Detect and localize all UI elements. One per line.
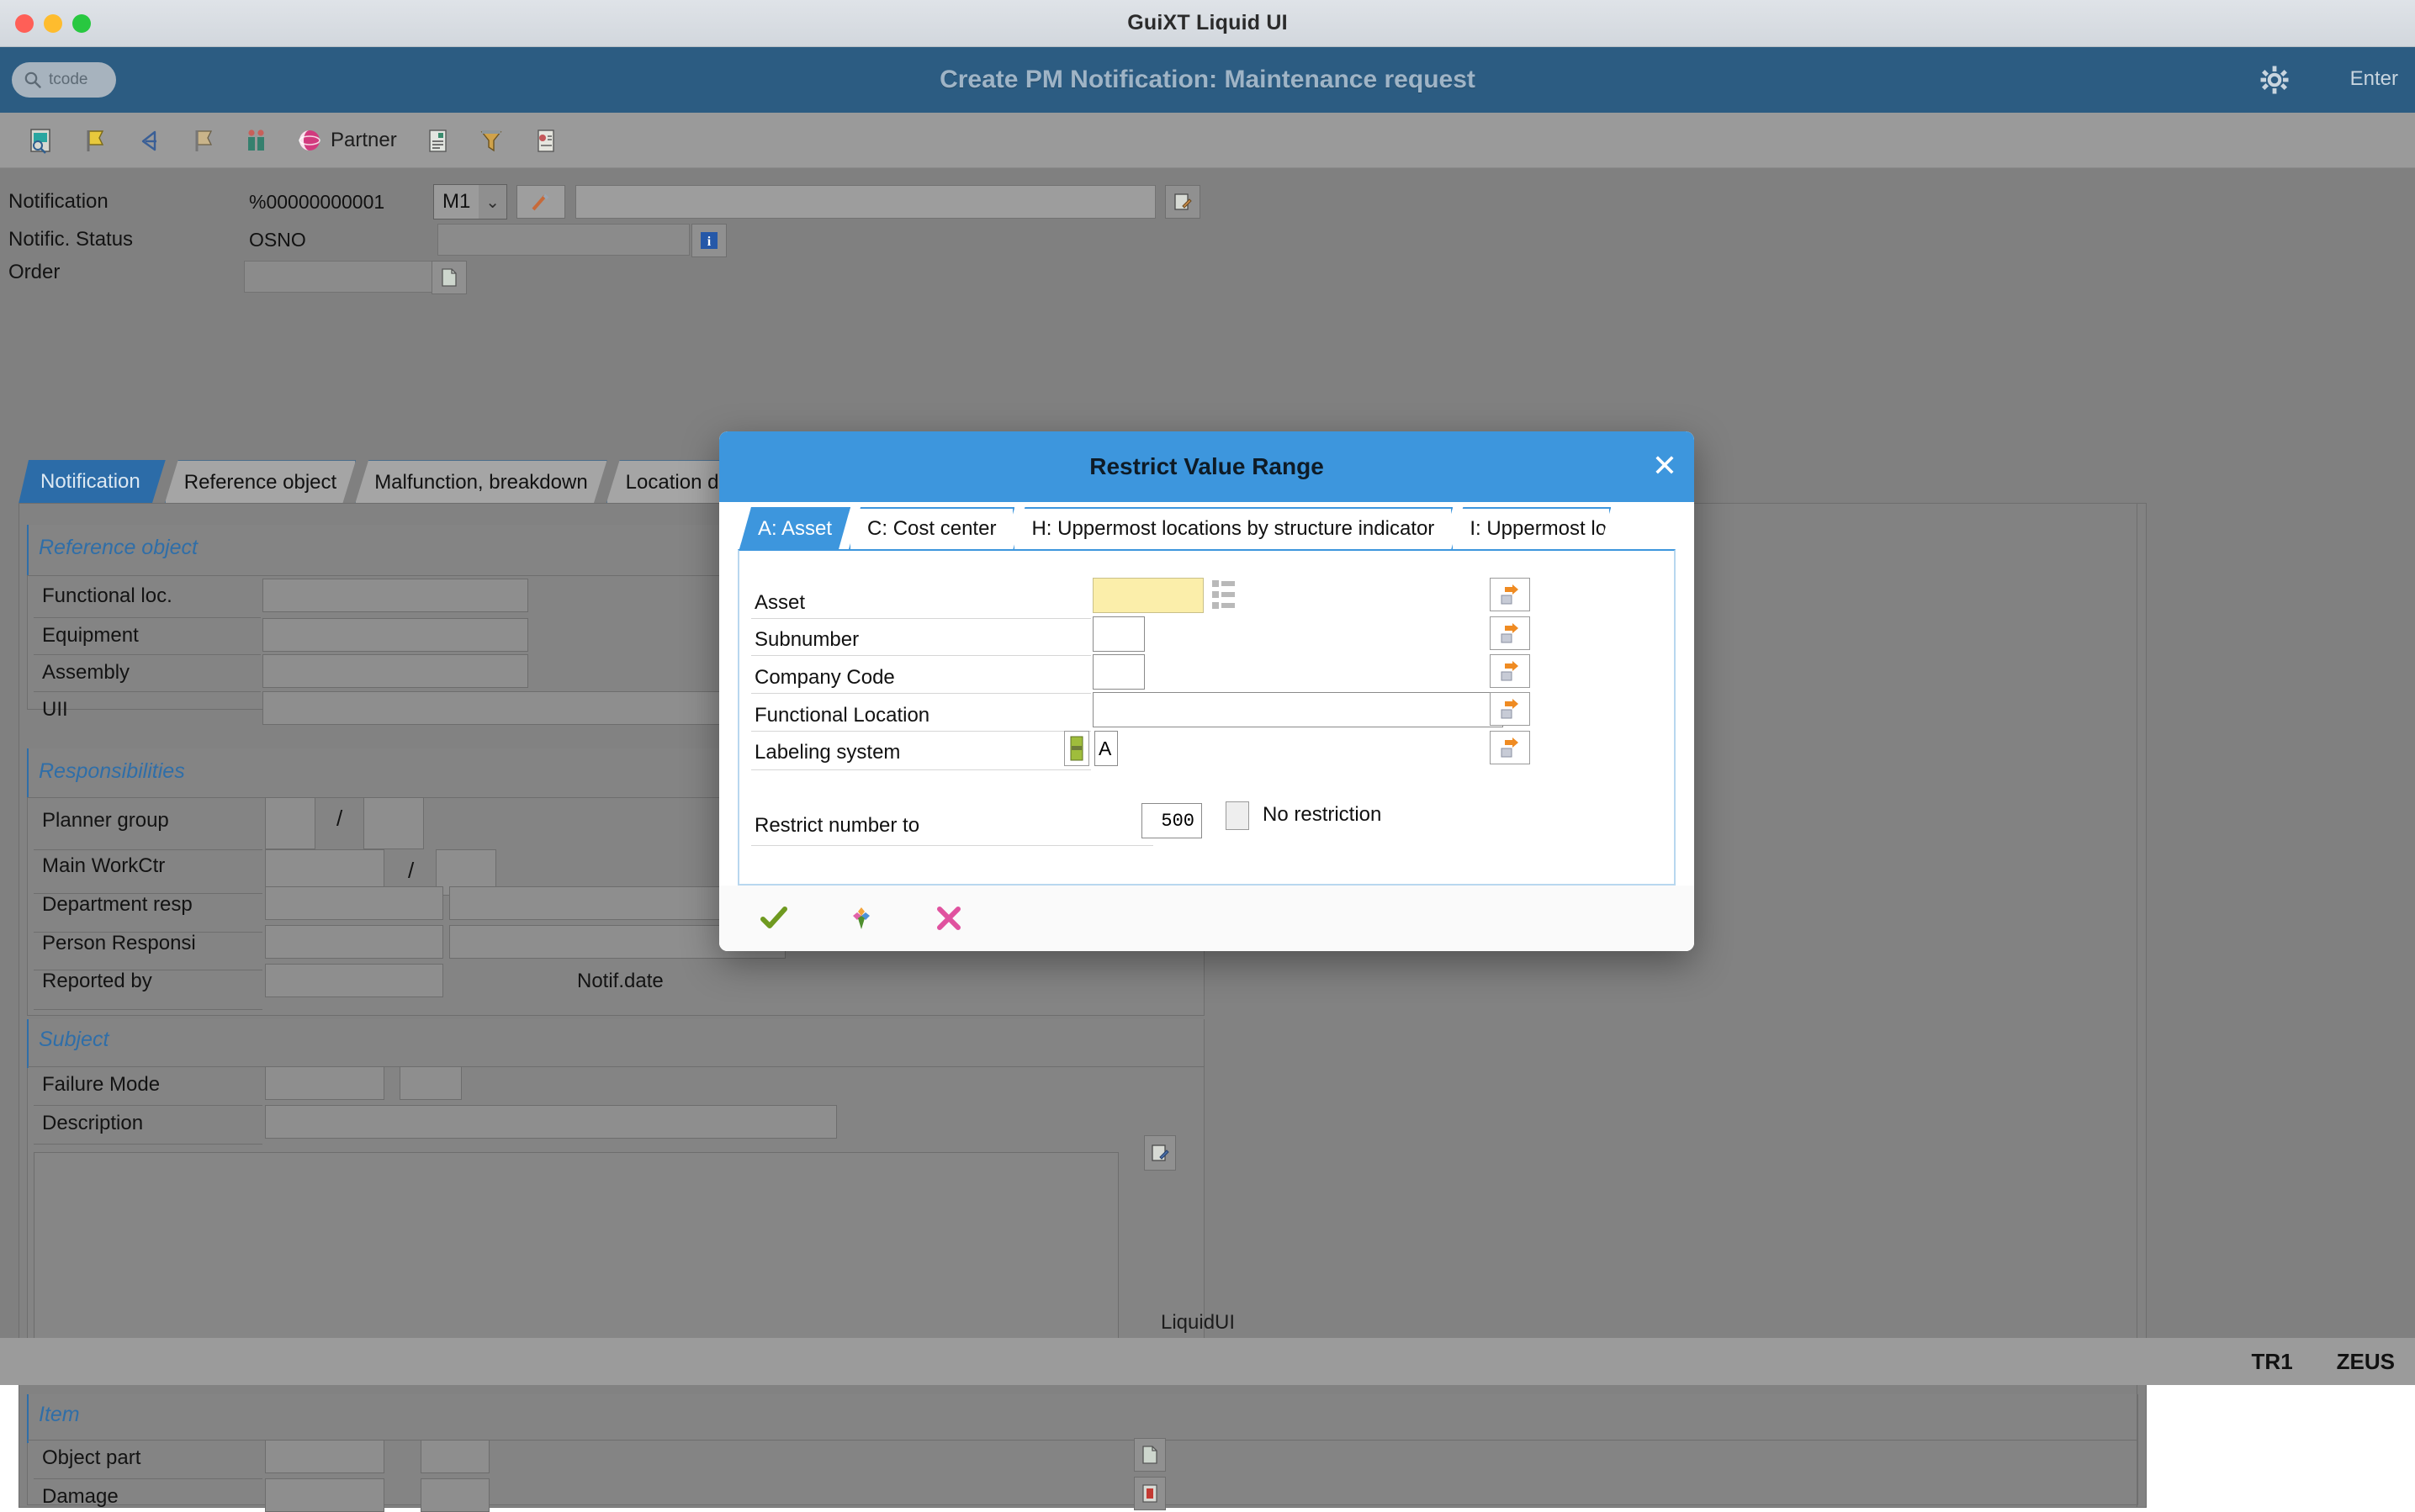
dialog-body: A: Asset C: Cost center H: Uppermost loc… bbox=[719, 502, 1694, 951]
arrow-select-icon bbox=[1499, 584, 1521, 605]
company-code-label: Company Code bbox=[755, 666, 895, 690]
damage-catalog-icon-button[interactable] bbox=[1134, 1477, 1166, 1510]
object-part-input-2[interactable] bbox=[421, 1440, 490, 1473]
dialog-tab-label: I: Uppermost loc bbox=[1470, 517, 1611, 541]
modal-overlay: Restrict Value Range ✕ A: Asset C: Cost … bbox=[0, 0, 2415, 1385]
arrow-select-icon bbox=[1499, 622, 1521, 644]
labeling-system-arrow-button[interactable] bbox=[1490, 731, 1530, 764]
arrow-select-icon bbox=[1499, 737, 1521, 759]
asset-label: Asset bbox=[755, 591, 805, 615]
restrict-number-label: Restrict number to bbox=[755, 814, 919, 838]
multiple-selection-button[interactable] bbox=[842, 899, 881, 938]
no-restriction-checkbox[interactable] bbox=[1226, 801, 1249, 830]
document-icon bbox=[1141, 1445, 1159, 1465]
arrow-select-icon bbox=[1499, 698, 1521, 720]
labeling-system-label: Labeling system bbox=[755, 741, 900, 764]
dialog-tab-label: H: Uppermost locations by structure indi… bbox=[1031, 517, 1434, 541]
arrow-select-icon bbox=[1499, 660, 1521, 682]
damage-catalog-icon bbox=[1141, 1483, 1159, 1504]
functional-location-input[interactable] bbox=[1093, 692, 1503, 727]
damage-label: Damage bbox=[42, 1485, 119, 1509]
functional-location-arrow-button[interactable] bbox=[1490, 692, 1530, 726]
dialog-footer bbox=[719, 886, 1694, 951]
labeling-system-icon-button[interactable] bbox=[1064, 731, 1089, 766]
subnumber-arrow-button[interactable] bbox=[1490, 616, 1530, 650]
dialog-tab-uppermost-locations-structure[interactable]: H: Uppermost locations by structure indi… bbox=[1013, 507, 1453, 549]
subnumber-label: Subnumber bbox=[755, 628, 859, 652]
group-accent-bar bbox=[27, 1394, 29, 1443]
dialog-title: Restrict Value Range bbox=[1089, 453, 1324, 480]
dialog-tab-asset[interactable]: A: Asset bbox=[739, 507, 850, 549]
confirm-button[interactable] bbox=[755, 899, 793, 938]
company-code-input[interactable] bbox=[1093, 654, 1145, 690]
divider bbox=[34, 1478, 262, 1479]
dialog-tab-label: A: Asset bbox=[758, 517, 832, 541]
multiple-selection-flower-icon bbox=[847, 904, 876, 933]
asset-input[interactable] bbox=[1093, 578, 1204, 613]
restrict-number-input[interactable]: 500 bbox=[1141, 803, 1202, 838]
dialog-tabs[interactable]: A: Asset C: Cost center H: Uppermost loc… bbox=[719, 502, 1694, 549]
divider bbox=[751, 655, 1091, 656]
restrict-value-range-dialog: Restrict Value Range ✕ A: Asset C: Cost … bbox=[719, 431, 1694, 951]
object-part-label: Object part bbox=[42, 1446, 140, 1470]
divider bbox=[751, 769, 1091, 770]
item-document-icon-button[interactable] bbox=[1134, 1438, 1166, 1472]
divider bbox=[751, 693, 1091, 694]
application-window: GuiXT Liquid UI tcode Create PM Notifica… bbox=[0, 0, 2415, 1385]
dialog-titlebar: Restrict Value Range ✕ bbox=[719, 431, 1694, 502]
damage-input-2[interactable] bbox=[421, 1478, 490, 1512]
company-code-arrow-button[interactable] bbox=[1490, 654, 1530, 688]
dialog-tab-content: Asset bbox=[738, 549, 1676, 886]
pink-cancel-icon bbox=[935, 904, 963, 933]
labeling-system-icon bbox=[1069, 736, 1084, 761]
divider bbox=[751, 845, 1153, 846]
labeling-system-input[interactable]: A bbox=[1094, 731, 1118, 766]
cancel-button[interactable] bbox=[929, 899, 968, 938]
object-part-input[interactable] bbox=[265, 1440, 384, 1473]
close-icon[interactable]: ✕ bbox=[1652, 452, 1677, 482]
dialog-tab-cost-center[interactable]: C: Cost center bbox=[849, 507, 1014, 549]
item-title: Item bbox=[39, 1403, 80, 1427]
asset-arrow-button[interactable] bbox=[1490, 578, 1530, 611]
damage-input[interactable] bbox=[265, 1478, 384, 1512]
functional-location-label: Functional Location bbox=[755, 704, 929, 727]
dialog-tab-label: C: Cost center bbox=[867, 517, 996, 541]
dialog-tab-uppermost-loc[interactable]: I: Uppermost loc bbox=[1451, 507, 1611, 549]
green-check-icon bbox=[760, 904, 788, 933]
no-restriction-label: No restriction bbox=[1263, 803, 1381, 827]
divider bbox=[751, 731, 1091, 732]
subnumber-input[interactable] bbox=[1093, 616, 1145, 652]
multiple-selection-icon[interactable] bbox=[1212, 579, 1236, 616]
divider bbox=[751, 618, 1091, 619]
